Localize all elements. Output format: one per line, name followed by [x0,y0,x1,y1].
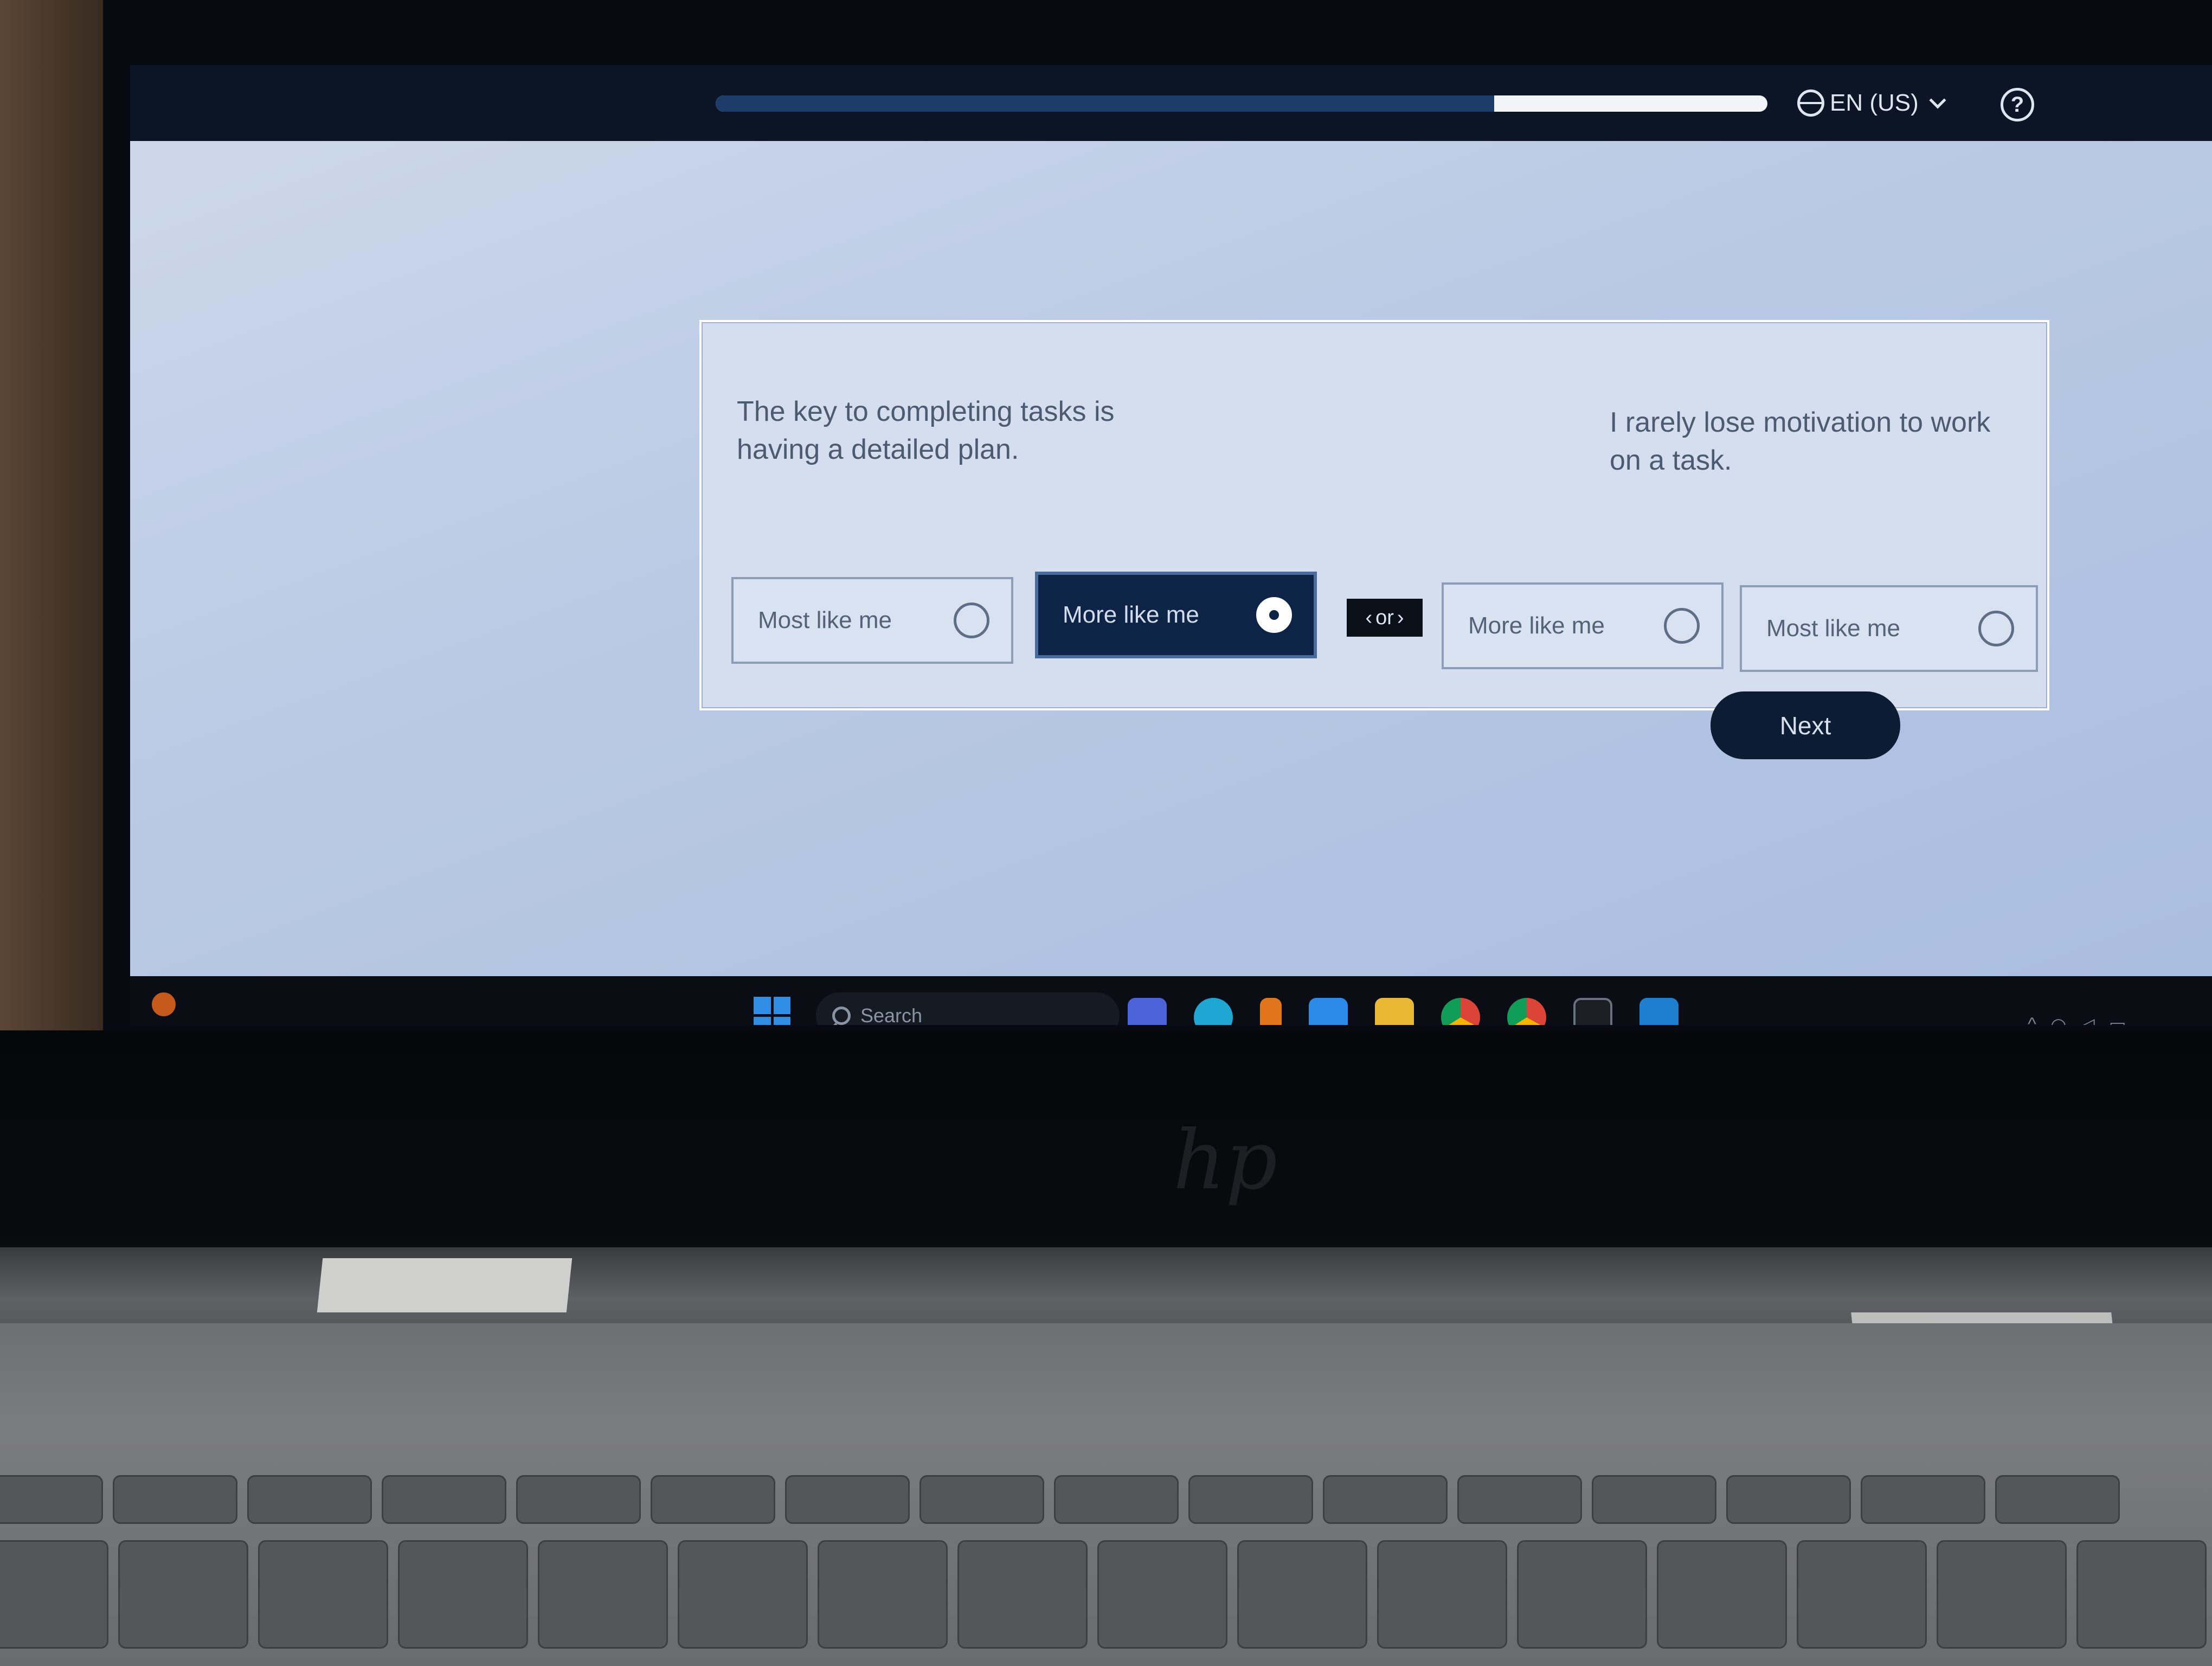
or-label: or [1375,606,1394,629]
battery-icon[interactable]: ▭ [2109,1014,2126,1025]
edge-icon[interactable] [1194,998,1233,1025]
weather-icon [152,992,176,1016]
system-tray: ^ ◠ ◁ ▭ [2028,1014,2126,1025]
response-options: Most like me More like me ‹ or › More li… [731,572,2038,672]
option-right-most-like-me[interactable]: Most like me [1740,585,2038,672]
language-label: EN (US) [1830,89,1919,116]
number-key-row [0,1540,2207,1649]
taskbar-search[interactable]: Search [816,992,1120,1025]
option-label: More like me [1468,612,1605,639]
windows-start-icon[interactable] [754,997,790,1025]
question-card: The key to completing tasks is having a … [699,320,2049,710]
chrome-icon[interactable] [1441,998,1480,1025]
taskbar-apps [1128,998,1679,1025]
right-statement: I rarely lose motivation to work on a ta… [1610,407,1991,476]
weather-widget[interactable] [152,992,176,1016]
search-placeholder: Search [860,1004,923,1025]
radio-selected-icon[interactable] [1256,597,1292,633]
laptop-screen: EN (US) ? The key to completing tasks is… [130,65,2212,1025]
chevron-up-icon[interactable]: ^ [2028,1014,2036,1025]
or-divider: ‹ or › [1347,599,1423,637]
help-icon: ? [2010,92,2024,117]
left-statement: The key to completing tasks is having a … [737,396,1115,465]
chrome-icon[interactable] [1507,998,1546,1025]
vscode-icon[interactable] [1639,998,1679,1025]
windows-taskbar: Search ^ ◠ ◁ ▭ [130,976,2212,1025]
sublime-icon[interactable] [1260,998,1282,1025]
hp-logo: hp [1173,1113,1278,1208]
option-label: More like me [1063,601,1199,628]
radio-icon[interactable] [1664,608,1700,644]
option-left-more-like-me[interactable]: More like me [1035,572,1317,658]
radio-icon[interactable] [954,603,989,638]
globe-icon [1797,89,1824,117]
file-explorer-icon[interactable] [1375,998,1414,1025]
next-button[interactable]: Next [1711,691,1900,759]
teams-icon[interactable] [1128,998,1167,1025]
wifi-icon[interactable]: ◠ [2050,1014,2067,1025]
option-right-more-like-me[interactable]: More like me [1442,582,1724,669]
progress-bar-fill [716,95,1494,112]
chevron-right-icon: › [1397,606,1404,629]
progress-bar [716,95,1767,112]
volume-icon[interactable]: ◁ [2081,1014,2095,1025]
keyboard-deck [0,1323,2212,1666]
chevron-down-icon [1929,92,1946,109]
mail-icon[interactable] [1309,998,1348,1025]
search-icon [832,1007,851,1025]
option-label: Most like me [758,607,892,633]
option-label: Most like me [1766,615,1900,642]
hinge-pad [317,1258,573,1312]
chevron-left-icon: ‹ [1365,606,1373,629]
option-left-most-like-me[interactable]: Most like me [731,577,1013,664]
radio-icon[interactable] [1978,611,2014,646]
function-key-row [0,1475,2120,1524]
help-button[interactable]: ? [2001,88,2034,121]
language-selector[interactable]: EN (US) [1797,87,1946,119]
terminal-icon[interactable] [1573,998,1612,1025]
